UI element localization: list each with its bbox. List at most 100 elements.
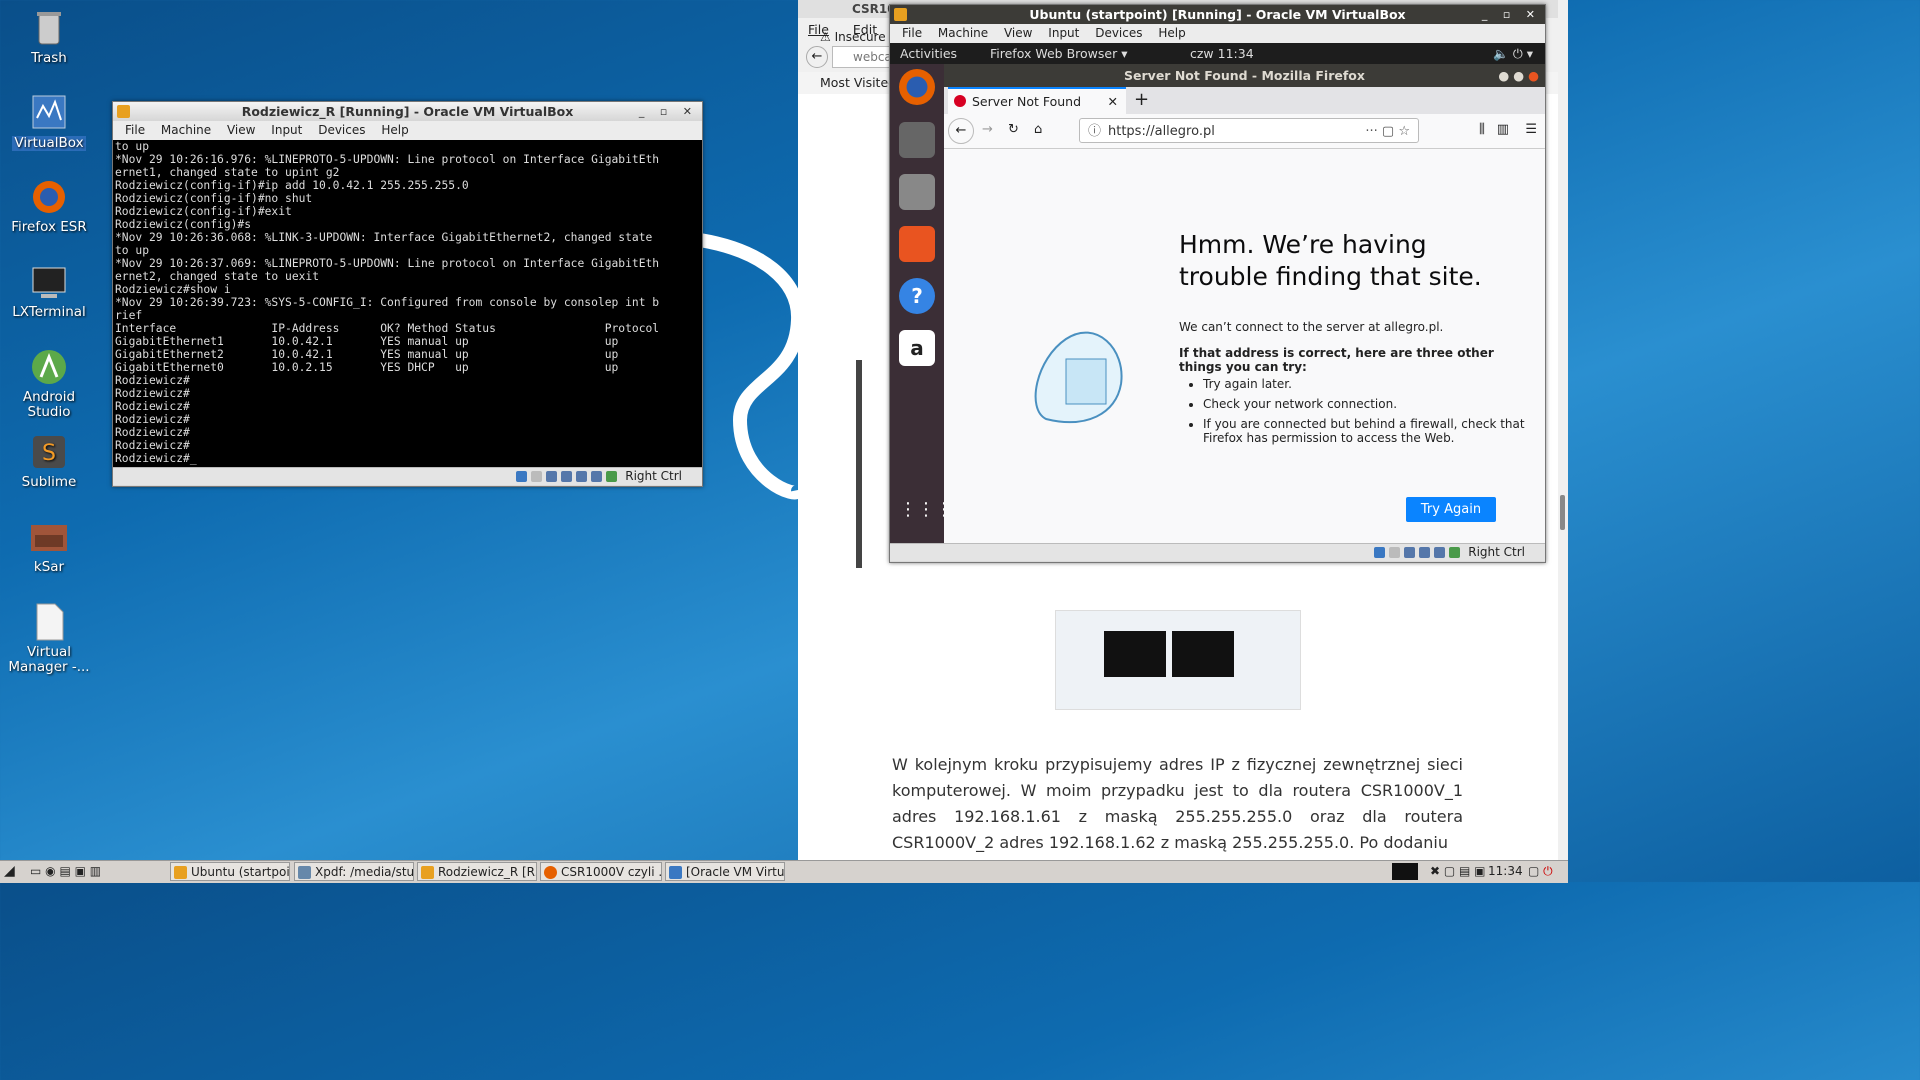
usb-icon[interactable] (561, 471, 573, 482)
shared-folders-icon[interactable] (576, 471, 588, 482)
desktop-icon-android-studio[interactable]: Android Studio (0, 347, 98, 420)
ubuntu-screen[interactable]: Activities Firefox Web Browser ▾ czw 11:… (890, 43, 1545, 543)
clock[interactable]: czw 11:34 (1190, 43, 1254, 64)
activities-button[interactable]: Activities (900, 43, 957, 64)
menu-devices[interactable]: Devices (318, 123, 365, 137)
bg-back-button[interactable]: ← (806, 46, 828, 68)
virtualbox-icon (894, 8, 907, 21)
page-actions-icon[interactable]: ··· ▢ ☆ (1365, 119, 1410, 144)
usb-icon[interactable] (1419, 547, 1431, 558)
virtualbox-icon (669, 866, 682, 879)
firefox-window-controls[interactable]: ● ● ● (1498, 64, 1539, 87)
home-button[interactable]: ⌂ (1034, 122, 1042, 137)
desktop-icon-label: VirtualBox (12, 135, 86, 151)
start-menu-icon[interactable]: ◢ (4, 863, 15, 879)
window-titlebar[interactable]: Ubuntu (startpoint) [Running] - Oracle V… (890, 5, 1545, 24)
window-controls[interactable]: _ ▫ ✕ (639, 102, 698, 121)
menu-view[interactable]: View (1004, 26, 1032, 40)
taskbar-button-oracle-vm[interactable]: [Oracle VM Virtu... (665, 862, 785, 881)
firefox-window[interactable]: Server Not Found - Mozilla Firefox ● ● ●… (944, 64, 1545, 149)
desktop-icon-label: Trash (31, 50, 67, 66)
vbox-window-ubuntu[interactable]: Ubuntu (startpoint) [Running] - Oracle V… (889, 4, 1546, 563)
menu-help[interactable]: Help (381, 123, 408, 137)
menu-file[interactable]: File (902, 26, 922, 40)
try-again-button[interactable]: Try Again (1406, 497, 1496, 522)
tray-extra-icons[interactable]: ▢ ⏻ (1528, 864, 1553, 879)
bg-bookmark-most-visited[interactable]: Most Visited (820, 75, 896, 90)
info-icon[interactable]: ⓘ (1088, 119, 1101, 144)
router-console[interactable]: to up *Nov 29 10:26:16.976: %LINEPROTO-5-… (113, 140, 702, 467)
reload-button[interactable]: ↻ (1008, 122, 1019, 137)
quicklaunch-icons[interactable]: ▭ ◉ ▤ ▣ ▥ (30, 864, 101, 878)
vbox-statusbar: Right Ctrl (890, 543, 1545, 561)
taskbar-button-ubuntu[interactable]: Ubuntu (startpoi... (170, 862, 290, 881)
tab-server-not-found[interactable]: Server Not Found ✕ (948, 87, 1126, 114)
files-icon[interactable] (899, 174, 935, 210)
gnome-top-bar: Activities Firefox Web Browser ▾ czw 11:… (890, 43, 1545, 64)
hdd-icon[interactable] (516, 471, 528, 482)
menu-file[interactable]: File (125, 123, 145, 137)
menu-icon[interactable]: ☰ (1525, 122, 1537, 137)
mouse-integration-icon[interactable] (606, 471, 618, 482)
menu-input[interactable]: Input (271, 123, 302, 137)
system-menu-icon[interactable]: 🔈 ⏻ ▾ (1493, 43, 1533, 64)
host-key-label: Right Ctrl (1468, 545, 1525, 559)
bg-insecure-text: Insecure (834, 30, 886, 44)
terminal-line: *Nov 29 10:26:39.723: %SYS-5-CONFIG_I: C… (115, 296, 660, 309)
window-title: Ubuntu (startpoint) [Running] - Oracle V… (1029, 7, 1406, 22)
software-center-icon[interactable] (899, 226, 935, 262)
desktop-icon-trash[interactable]: Trash (0, 8, 98, 66)
desktop-icon-virtualbox[interactable]: VirtualBox (0, 92, 98, 151)
new-tab-button[interactable]: + (1134, 89, 1149, 110)
url-bar[interactable]: ⓘ https://allegro.pl ··· ▢ ☆ (1079, 118, 1419, 143)
taskbar-button-xpdf[interactable]: Xpdf: /media/stu... (294, 862, 414, 881)
rhythmbox-icon[interactable] (899, 122, 935, 158)
desktop-icon-lxterminal[interactable]: LXTerminal (0, 262, 98, 320)
mouse-integration-icon[interactable] (1449, 547, 1461, 558)
firefox-icon[interactable] (899, 69, 935, 105)
window-titlebar[interactable]: Rodziewicz_R [Running] - Oracle VM Virtu… (113, 102, 702, 121)
app-menu[interactable]: Firefox Web Browser ▾ (990, 43, 1127, 64)
taskbar-button-rodziewicz[interactable]: Rodziewicz_R [R... (417, 862, 537, 881)
wallpaper-swirl (700, 233, 806, 500)
menu-input[interactable]: Input (1048, 26, 1079, 40)
desktop-icon-ksar[interactable]: kSar (0, 517, 98, 575)
menu-machine[interactable]: Machine (938, 26, 988, 40)
vbox-window-rodziewicz[interactable]: Rodziewicz_R [Running] - Oracle VM Virtu… (112, 101, 703, 487)
tray-icons[interactable]: ✖ ▢ ▤ ▣ (1430, 864, 1486, 878)
bg-insecure-label: ⚠ Insecure (820, 30, 886, 44)
help-icon[interactable]: ? (899, 278, 935, 314)
network-icon[interactable] (546, 471, 558, 482)
menu-view[interactable]: View (227, 123, 255, 137)
close-tab-icon[interactable]: ✕ (1108, 89, 1118, 114)
firefox-window-title: Server Not Found - Mozilla Firefox (1124, 68, 1365, 83)
desktop-icon-virtual-manager[interactable]: Virtual Manager -... (0, 602, 98, 675)
error-title: Hmm. We’re having trouble finding that s… (1179, 230, 1482, 291)
window-controls[interactable]: _ ▫ ✕ (1482, 5, 1541, 24)
menu-machine[interactable]: Machine (161, 123, 211, 137)
taskbar-clock[interactable]: 11:34 (1488, 864, 1523, 878)
menu-help[interactable]: Help (1158, 26, 1185, 40)
desktop-icon-firefox[interactable]: Firefox ESR (0, 177, 98, 235)
bg-scroll-thumb[interactable] (1560, 495, 1565, 530)
terminal-line: GigabitEthernet2 10.0.42.1 YES manual up… (115, 348, 619, 361)
library-icon[interactable]: ⫼ (1479, 122, 1485, 137)
display-icon[interactable] (591, 471, 603, 482)
hdd-icon[interactable] (1374, 547, 1386, 558)
firefox-titlebar[interactable]: Server Not Found - Mozilla Firefox ● ● ● (944, 64, 1545, 87)
forward-button[interactable]: → (982, 122, 993, 137)
amazon-icon[interactable]: a (899, 330, 935, 366)
network-icon[interactable] (1404, 547, 1416, 558)
suggestion-item: If you are connected but behind a firewa… (1203, 417, 1533, 445)
optical-icon[interactable] (1389, 547, 1401, 558)
sidebar-icon[interactable]: ▥ (1497, 122, 1509, 137)
desktop-icon-sublime[interactable]: S Sublime (0, 432, 98, 490)
suggestion-list: Try again later. Check your network conn… (1179, 377, 1533, 445)
optical-icon[interactable] (531, 471, 543, 482)
display-icon[interactable] (1434, 547, 1446, 558)
back-button[interactable]: ← (948, 118, 974, 144)
bg-scrollbar[interactable] (1558, 0, 1568, 860)
show-apps-icon[interactable]: ⋮⋮⋮ (899, 492, 953, 528)
menu-devices[interactable]: Devices (1095, 26, 1142, 40)
taskbar-button-csr1000v[interactable]: CSR1000V czyli ... (540, 862, 662, 881)
